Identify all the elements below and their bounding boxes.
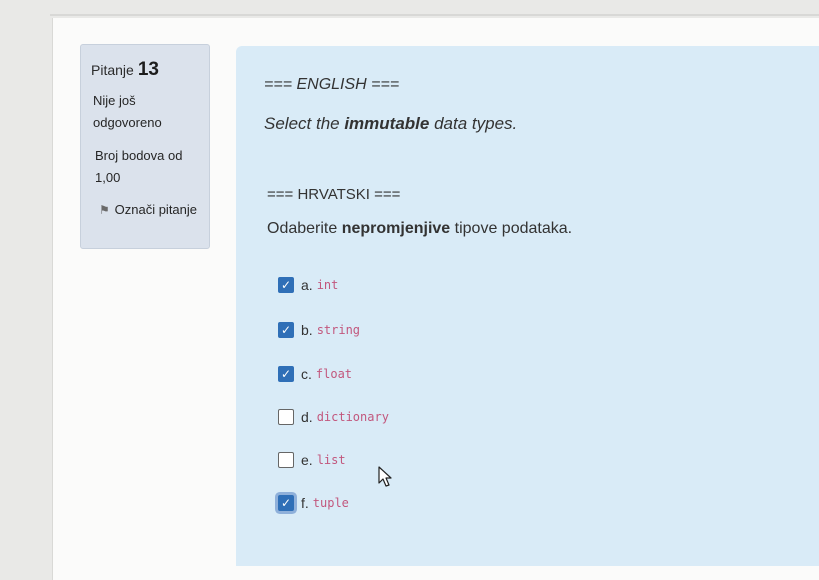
top-divider	[50, 14, 819, 16]
option-text: list	[316, 453, 346, 467]
option-letter: e.	[301, 452, 313, 468]
question-status: Nije još odgovoreno	[93, 93, 162, 130]
english-question-bold: immutable	[344, 114, 430, 133]
option-text: float	[315, 367, 353, 381]
option-checkbox[interactable]	[278, 409, 294, 425]
question-number-line: Pitanje 13	[91, 59, 159, 81]
option-text: int	[316, 278, 339, 292]
mouse-pointer-icon	[378, 466, 392, 487]
answer-option[interactable]: d. dictionary	[278, 406, 389, 428]
option-text: dictionary	[316, 410, 389, 424]
option-checkbox[interactable]	[278, 452, 294, 468]
question-points: Broj bodova od 1,00	[95, 148, 183, 185]
answer-option[interactable]: ✓ f. tuple	[278, 492, 349, 514]
option-letter: c.	[301, 366, 312, 382]
english-question: Select the immutable data types.	[264, 114, 517, 134]
flag-icon: ⚑	[99, 203, 110, 217]
option-text: tuple	[312, 496, 349, 510]
answer-option[interactable]: e. list	[278, 449, 346, 471]
english-question-post: data types.	[429, 114, 518, 133]
question-info-box: Pitanje 13 Nije još odgovoreno Broj bodov…	[80, 44, 210, 249]
option-letter: d.	[301, 409, 313, 425]
option-letter: f.	[301, 495, 309, 511]
question-label: Pitanje	[91, 62, 134, 78]
option-letter: a.	[301, 277, 313, 293]
flag-question-label: Označi pitanje	[114, 202, 198, 217]
option-letter: b.	[301, 322, 313, 338]
answer-option[interactable]: ✓ b. string	[278, 319, 360, 341]
croatian-question-pre: Odaberite	[267, 220, 342, 237]
question-content: === ENGLISH === Select the immutable dat…	[236, 46, 819, 566]
english-question-pre: Select the	[264, 114, 345, 133]
option-checkbox[interactable]: ✓	[278, 277, 294, 293]
croatian-question: Odaberite nepromjenjive tipove podataka.	[267, 220, 572, 238]
option-checkbox[interactable]: ✓	[278, 322, 294, 338]
croatian-question-bold: nepromjenjive	[341, 220, 451, 237]
croatian-header: === HRVATSKI ===	[267, 186, 401, 203]
answer-option[interactable]: ✓ a. int	[278, 274, 338, 296]
answer-option[interactable]: ✓ c. float	[278, 363, 352, 385]
option-text: string	[316, 323, 361, 337]
option-checkbox[interactable]: ✓	[278, 495, 294, 511]
english-header: === ENGLISH ===	[264, 76, 400, 93]
flag-question-link[interactable]: ⚑ Označi pitanje	[99, 199, 209, 221]
croatian-question-post: tipove podataka.	[450, 220, 573, 237]
option-checkbox[interactable]: ✓	[278, 366, 294, 382]
question-number: 13	[137, 59, 159, 80]
